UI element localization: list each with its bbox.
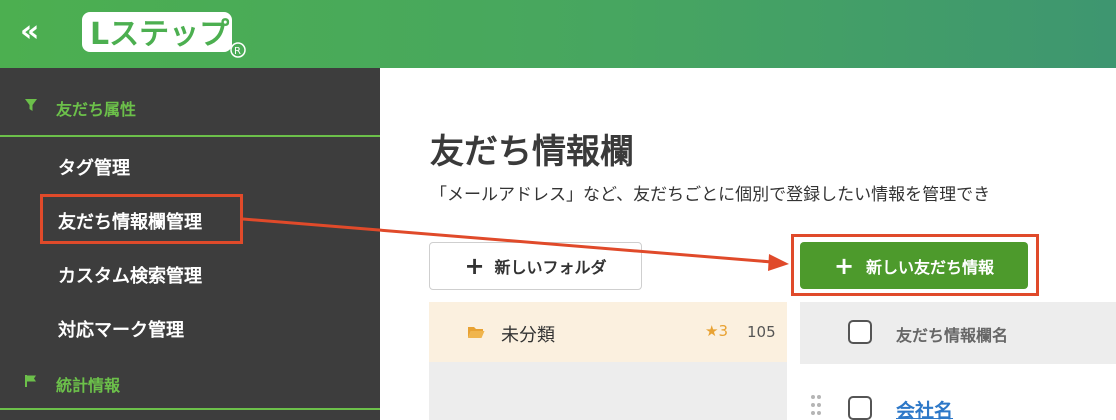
folder-name: 未分類 xyxy=(501,325,555,346)
column-header-name: 友だち情報欄名 xyxy=(896,326,1009,345)
sidebar-item-tag-management[interactable]: タグ管理 xyxy=(58,154,130,180)
flag-icon xyxy=(25,375,36,387)
filter-icon xyxy=(25,99,37,111)
app-root: « Lステップ R 友だち属性 タグ管理 友だち情報欄管理 カスタム検索管理 対… xyxy=(0,0,1116,420)
top-header: « Lステップ R xyxy=(0,0,1116,68)
sidebar-section-label: 友だち属性 xyxy=(56,100,137,119)
folder-open-icon xyxy=(468,327,485,338)
select-all-checkbox[interactable] xyxy=(848,320,872,344)
new-friend-info-button[interactable]: + 新しい友だち情報 xyxy=(800,242,1028,289)
table-row-name-link[interactable]: 会社名 xyxy=(896,396,953,420)
sidebar-section-attributes[interactable]: 友だち属性 xyxy=(0,68,380,136)
sidebar-section-stats[interactable]: 統計情報 xyxy=(0,344,380,412)
sidebar-divider xyxy=(0,408,380,410)
drag-handle-icon[interactable] xyxy=(810,394,822,416)
plus-icon: + xyxy=(464,252,485,280)
sidebar-section-label: 統計情報 xyxy=(56,376,121,395)
collapse-sidebar-icon[interactable]: « xyxy=(20,17,48,48)
sidebar-item-custom-search-management[interactable]: カスタム検索管理 xyxy=(58,262,202,288)
plus-icon: + xyxy=(833,251,855,280)
row-checkbox[interactable] xyxy=(848,396,872,420)
folder-star-count: ★3 xyxy=(705,322,728,340)
new-folder-button[interactable]: + 新しいフォルダ xyxy=(429,242,642,290)
page-description: 「メールアドレス」など、友だちごとに個別で登録したい情報を管理でき xyxy=(430,185,991,205)
svg-text:R: R xyxy=(234,46,241,57)
new-friend-info-label: 新しい友だち情報 xyxy=(866,257,995,277)
lstep-logo: Lステップ R xyxy=(82,12,246,58)
sidebar-item-response-mark-management[interactable]: 対応マーク管理 xyxy=(58,316,184,342)
sidebar: 友だち属性 タグ管理 友だち情報欄管理 カスタム検索管理 対応マーク管理 統計情… xyxy=(0,68,380,420)
new-folder-label: 新しいフォルダ xyxy=(494,258,607,277)
svg-text:Lステップ: Lステップ xyxy=(90,17,230,52)
page-title: 友だち情報欄 xyxy=(430,132,634,172)
folder-item-count: 105 xyxy=(747,323,776,341)
folder-item-uncategorized[interactable]: 未分類 ★3 105 xyxy=(429,302,787,362)
sidebar-divider xyxy=(0,135,380,137)
highlight-box-sidebar xyxy=(40,194,243,244)
